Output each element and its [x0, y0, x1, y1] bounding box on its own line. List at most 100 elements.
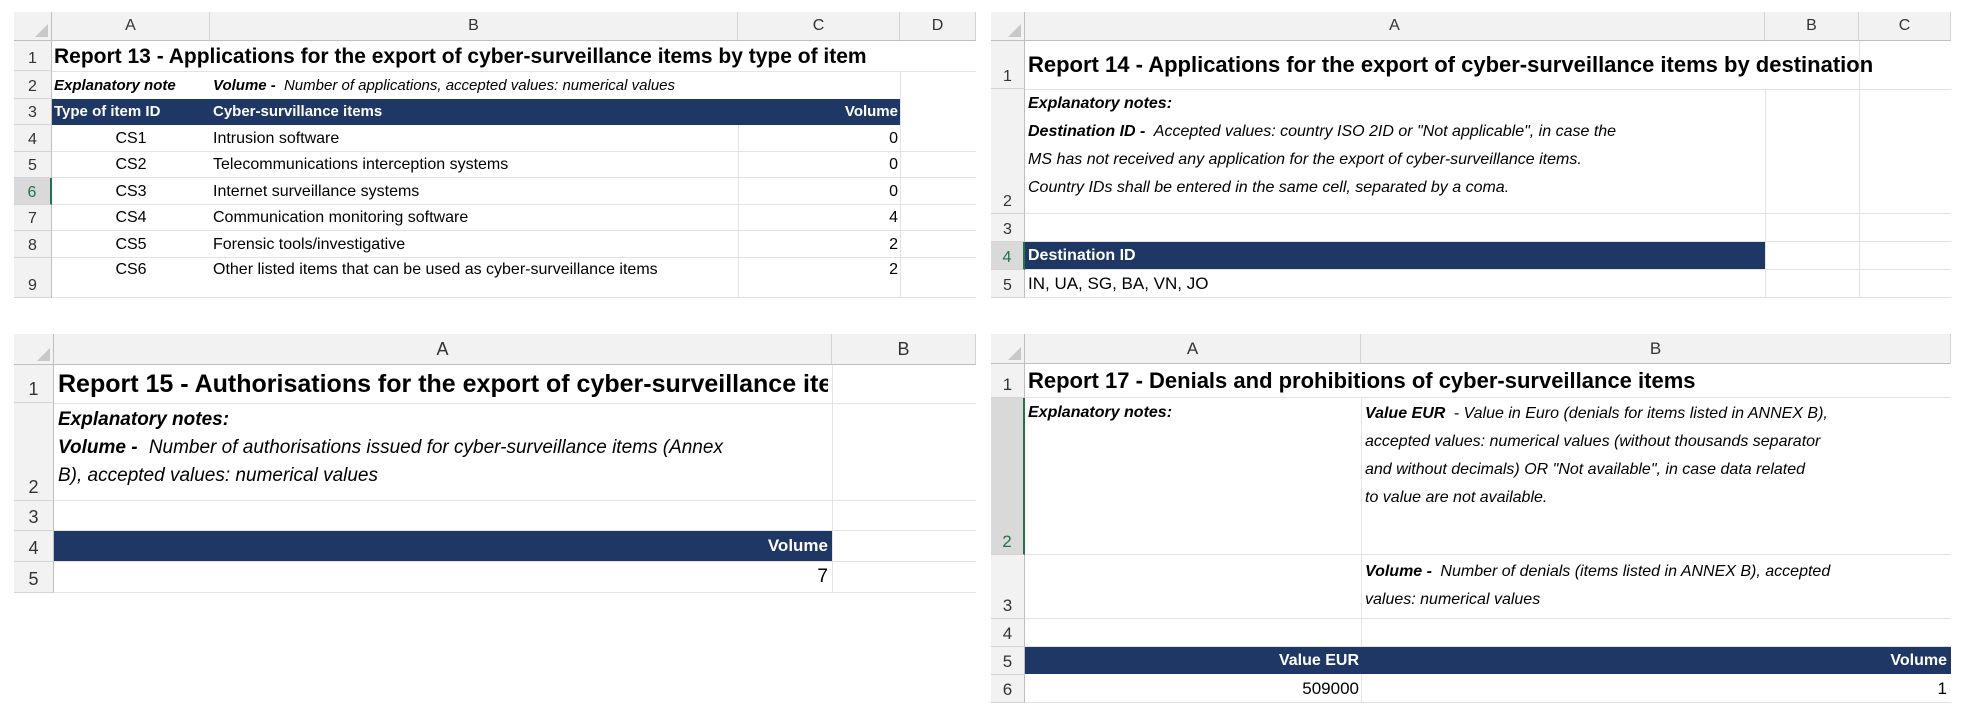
item-volume: 0	[889, 183, 898, 200]
gridline	[1025, 89, 1951, 90]
row-header-3[interactable]: 3	[14, 501, 54, 531]
row-header-1[interactable]: 1	[14, 41, 52, 71]
value-note-line2: accepted values: numerical values (witho…	[1365, 433, 1821, 450]
col-header-b[interactable]: B	[1765, 12, 1859, 41]
gridline	[900, 71, 901, 297]
select-all-corner[interactable]	[14, 12, 52, 41]
item-name: Communication monitoring software	[213, 209, 469, 226]
gridline	[54, 592, 976, 593]
report14-note-line2: MS has not received any application for …	[1028, 151, 1582, 168]
row-header-4[interactable]: 4	[991, 242, 1025, 270]
report14-note-label: Explanatory notes:	[1028, 95, 1173, 112]
row-header-2[interactable]: 2	[14, 71, 52, 99]
row-num: 7	[28, 210, 37, 227]
row-num: 1	[28, 379, 39, 399]
row-num: 6	[1002, 680, 1013, 699]
header-value-eur: Value EUR	[1278, 652, 1359, 669]
row-header-5[interactable]: 5	[991, 647, 1025, 675]
row-header-7[interactable]: 7	[14, 205, 52, 231]
row-num: 3	[28, 507, 39, 527]
select-all-corner[interactable]	[14, 334, 54, 365]
row-header-4[interactable]: 4	[14, 125, 52, 152]
item-id: CS3	[115, 183, 147, 200]
col-header-c[interactable]: C	[738, 12, 900, 41]
row-header-2[interactable]: 2	[991, 398, 1025, 555]
col-header-a[interactable]: A	[1025, 12, 1765, 41]
header-type-id: Type of item ID	[54, 103, 161, 120]
note-bold: Volume -	[1365, 563, 1432, 580]
row-num: 5	[28, 569, 39, 589]
note-text: Number of applications, accepted values:…	[283, 77, 676, 94]
col-header-a[interactable]: A	[54, 334, 832, 365]
row-num: 1	[1002, 375, 1013, 394]
gridline	[832, 365, 833, 592]
report15-note-label: Explanatory notes:	[58, 409, 230, 430]
value-note-line1: Value EUR - Value in Euro (denials for i…	[1365, 400, 1949, 428]
item-name: Telecommunications interception systems	[213, 156, 509, 173]
row-header-4[interactable]: 4	[991, 619, 1025, 647]
row-header-6[interactable]: 6	[14, 178, 52, 205]
col-header-d[interactable]: D	[900, 12, 976, 41]
report15-note-line2: B), accepted values: numerical values	[58, 465, 378, 486]
gridline	[1025, 554, 1951, 555]
col-header-a[interactable]: A	[1025, 334, 1361, 364]
header-volume: Volume	[1890, 652, 1947, 669]
volume-value: 1	[1937, 679, 1947, 698]
row-header-5[interactable]: 5	[991, 270, 1025, 298]
row-header-2[interactable]: 2	[991, 89, 1025, 214]
gridline	[52, 297, 976, 298]
row-header-1[interactable]: 1	[991, 41, 1025, 89]
item-volume: 0	[889, 130, 898, 147]
item-name: Other listed items that can be used as c…	[213, 261, 658, 278]
row-header-9[interactable]: 9	[14, 258, 52, 298]
item-name: Forensic tools/investigative	[213, 236, 406, 253]
row-header-1[interactable]: 1	[14, 365, 54, 403]
col-header-b[interactable]: B	[832, 334, 976, 365]
select-all-corner[interactable]	[991, 334, 1025, 364]
col-header-b[interactable]: B	[210, 12, 738, 41]
volume-note-line1: Volume - Number of denials (items listed…	[1365, 558, 1949, 586]
report15-note-line1: Volume - Number of authorisations issued…	[58, 434, 830, 462]
item-volume: 0	[889, 156, 898, 173]
row-num: 4	[1002, 249, 1012, 266]
row-num: 2	[1003, 193, 1012, 210]
col-header-c[interactable]: C	[1859, 12, 1951, 41]
row-header-8[interactable]: 8	[14, 231, 52, 258]
row-header-1[interactable]: 1	[991, 364, 1025, 398]
gridline	[1025, 397, 1951, 398]
gridline	[54, 500, 976, 501]
row-header-3[interactable]: 3	[991, 555, 1025, 619]
report17-title: Report 17 - Denials and prohibitions of …	[1028, 368, 1696, 393]
volume-note-line2: values: numerical values	[1365, 591, 1541, 608]
row-header-4[interactable]: 4	[14, 531, 54, 562]
row-header-3[interactable]: 3	[991, 214, 1025, 242]
value-note-line3: and without decimals) OR "Not available"…	[1365, 461, 1806, 478]
select-all-corner[interactable]	[991, 12, 1025, 41]
header-destination-id: Destination ID	[1028, 247, 1136, 264]
row-num: 4	[1002, 624, 1013, 643]
item-id: CS6	[115, 261, 147, 278]
row-num: 1	[1003, 68, 1012, 85]
header-items: Cyber-survillance items	[213, 103, 383, 120]
row-header-6[interactable]: 6	[991, 675, 1025, 703]
report17-sheet: A B 1 2 3 4 5 6 Report 17 - Denials and …	[991, 334, 1951, 704]
report15-sheet: A B 1 2 3 4 5 Report 15 - Authorisations…	[14, 334, 976, 604]
value-eur-value: 509000	[1302, 679, 1359, 698]
gridline	[1025, 213, 1951, 214]
item-volume: 4	[889, 209, 898, 226]
item-name: Internet surveillance systems	[213, 183, 420, 200]
row-header-2[interactable]: 2	[14, 403, 54, 501]
col-header-a[interactable]: A	[52, 12, 210, 41]
item-id: CS4	[115, 209, 147, 226]
volume-value: 7	[817, 566, 828, 587]
gridline	[54, 403, 976, 404]
row-header-5[interactable]: 5	[14, 562, 54, 593]
col-header-b[interactable]: B	[1361, 334, 1951, 364]
item-id: CS5	[115, 236, 147, 253]
header-volume: Volume	[844, 103, 898, 120]
row-header-5[interactable]: 5	[14, 152, 52, 178]
row-num: 4	[28, 131, 37, 148]
note-text: Number of denials (items listed in ANNEX…	[1440, 563, 1831, 580]
row-header-3[interactable]: 3	[14, 99, 52, 125]
row-num: 8	[28, 237, 37, 254]
